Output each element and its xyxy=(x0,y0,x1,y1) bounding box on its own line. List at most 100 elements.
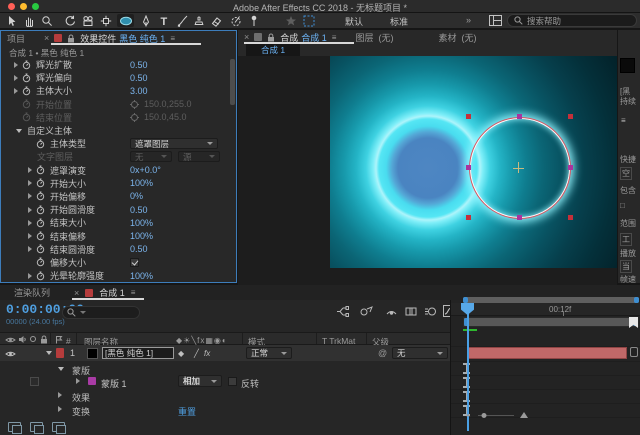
sync-settings-icon[interactable] xyxy=(300,14,317,27)
row-expander[interactable] xyxy=(28,193,32,199)
lock-icon[interactable] xyxy=(267,33,275,42)
lock-icon[interactable] xyxy=(67,34,75,43)
effect-property-row[interactable]: 辉光扩散0.50 xyxy=(2,58,230,71)
effect-property-row[interactable]: 开始圆滑度0.50 xyxy=(2,203,230,216)
tab-layer-viewer[interactable]: 图层 xyxy=(355,31,373,44)
brush-tool-icon[interactable] xyxy=(173,14,190,27)
group-expander[interactable] xyxy=(58,392,62,398)
effect-property-row[interactable]: 主体类型遮罩图层 xyxy=(2,137,230,150)
row-expander[interactable] xyxy=(28,220,32,226)
effect-property-row[interactable]: 辉光偏向0.50 xyxy=(2,71,230,84)
roto-brush-tool-icon[interactable] xyxy=(227,14,244,27)
stopwatch-icon[interactable] xyxy=(36,271,45,281)
workspace-standard[interactable]: 标准 xyxy=(390,15,408,28)
mask-handle-bottom-right[interactable] xyxy=(568,215,573,220)
eraser-tool-icon[interactable] xyxy=(207,14,224,27)
layer-visibility-eye-icon[interactable] xyxy=(5,350,16,358)
mask-mode-dropdown[interactable]: 相加 xyxy=(178,375,222,387)
stopwatch-icon[interactable] xyxy=(36,218,45,228)
row-expander[interactable] xyxy=(14,88,18,94)
motion-blur-icon[interactable] xyxy=(424,306,437,317)
property-dropdown[interactable]: 遮罩图层 xyxy=(130,138,218,149)
row-expander[interactable] xyxy=(28,207,32,213)
eye-column-icon[interactable] xyxy=(5,336,16,344)
layer-quality-switch[interactable]: ◆ xyxy=(178,349,184,358)
lock-column-icon[interactable] xyxy=(40,335,48,344)
search-help-field[interactable]: 搜索帮助 xyxy=(507,14,637,27)
collapsed-preview-panel[interactable]: [黑 持续 ≡ 快捷 空 包含 □ 范围 工 播放 当 帧速 xyxy=(618,30,640,283)
star-icon[interactable] xyxy=(282,14,299,27)
zoom-tool-icon[interactable] xyxy=(38,14,55,27)
puppet-pin-tool-icon[interactable] xyxy=(245,14,262,27)
row-expander[interactable] xyxy=(14,75,18,81)
parent-pickwhip-icon[interactable]: @ xyxy=(378,348,387,358)
effect-group-row[interactable]: 自定义主体 xyxy=(2,124,230,137)
row-expander[interactable] xyxy=(28,246,32,252)
rotate-tool-icon[interactable] xyxy=(61,14,78,27)
property-value[interactable]: 100% xyxy=(130,178,153,188)
stopwatch-icon[interactable] xyxy=(22,86,31,96)
mask-color-chip[interactable] xyxy=(88,377,96,385)
tab-project[interactable]: 项目 xyxy=(7,32,25,45)
stopwatch-icon[interactable] xyxy=(36,191,45,201)
property-value[interactable]: 100% xyxy=(130,271,153,281)
draft-3d-icon[interactable] xyxy=(360,306,373,317)
pan-behind-tool-icon[interactable] xyxy=(97,14,114,27)
switch-column-icons[interactable]: ◆☀╲fx▦◉◐ xyxy=(176,336,228,345)
audio-column-icon[interactable] xyxy=(18,335,27,344)
type-tool-icon[interactable]: T xyxy=(155,14,172,27)
expand-inout-panes-toggle[interactable] xyxy=(52,422,65,432)
mask-vertex-bottom[interactable] xyxy=(517,215,522,220)
effect-property-row[interactable]: 结束位置150.0,45.0 xyxy=(2,111,230,124)
effect-property-row[interactable]: 结束大小100% xyxy=(2,216,230,229)
property-value[interactable]: 0.50 xyxy=(130,205,148,215)
row-expander[interactable] xyxy=(28,180,32,186)
mask-expander[interactable] xyxy=(76,378,80,384)
mask-vertex-right[interactable] xyxy=(568,165,573,170)
stopwatch-icon[interactable] xyxy=(22,112,31,122)
mask-handle-bottom-left[interactable] xyxy=(466,215,471,220)
mask-vertex-left[interactable] xyxy=(466,165,471,170)
label-column-icon[interactable] xyxy=(55,335,63,344)
position-target-icon[interactable] xyxy=(130,113,139,122)
layer-parent-dropdown[interactable]: 无 xyxy=(392,347,448,359)
property-value[interactable]: 0.50 xyxy=(130,73,148,83)
color-swatch[interactable] xyxy=(620,58,635,73)
layer-fx-switch[interactable]: fx xyxy=(204,349,210,358)
camera-tool-icon[interactable] xyxy=(79,14,96,27)
layer-name-field[interactable]: [黑色 纯色 1] xyxy=(102,347,174,359)
layer-blend-mode-dropdown[interactable]: 正常 xyxy=(246,347,292,359)
timeline-search-field[interactable] xyxy=(62,306,140,319)
timeline-zoom-slider[interactable] xyxy=(464,410,534,420)
mask-handle-top-left[interactable] xyxy=(466,114,471,119)
effect-property-row[interactable]: 结束偏移100% xyxy=(2,229,230,242)
stopwatch-icon[interactable] xyxy=(36,205,45,215)
mini-flowchart-icon[interactable] xyxy=(336,306,349,317)
effects-group-row[interactable]: 效果 xyxy=(0,389,450,402)
layer-label-chip[interactable] xyxy=(56,348,64,358)
property-value[interactable]: 100% xyxy=(130,231,153,241)
property-value[interactable]: 100% xyxy=(130,218,153,228)
group-expander[interactable] xyxy=(58,367,64,371)
property-value[interactable]: 0.50 xyxy=(130,244,148,254)
stopwatch-icon[interactable] xyxy=(22,60,31,70)
property-value[interactable]: 150.0,45.0 xyxy=(144,112,187,122)
effect-property-row[interactable]: 偏移大小 xyxy=(2,256,230,269)
shape-ellipse-tool-icon[interactable] xyxy=(117,14,134,27)
row-expander[interactable] xyxy=(14,62,18,68)
property-value[interactable]: 0x+0.0° xyxy=(130,165,161,175)
selection-tool-icon[interactable] xyxy=(2,14,19,27)
property-value[interactable]: 150.0,255.0 xyxy=(144,99,192,109)
stopwatch-icon[interactable] xyxy=(36,178,45,188)
expand-layer-switches-toggle[interactable] xyxy=(8,422,21,432)
close-panel-icon[interactable]: × xyxy=(244,32,249,42)
mask-vertex-top[interactable] xyxy=(517,114,522,119)
masks-group-row[interactable]: 蒙版 xyxy=(0,362,450,375)
trkmat-column-label[interactable]: T TrkMat xyxy=(322,336,355,346)
pen-tool-icon[interactable] xyxy=(137,14,154,27)
mask-row[interactable]: 蒙版 1 相加 反转 xyxy=(0,375,450,388)
stopwatch-icon[interactable] xyxy=(22,73,31,83)
property-checkbox[interactable] xyxy=(130,258,139,267)
panel-menu-icon[interactable]: ≡ xyxy=(131,288,136,297)
workspace-overflow-chevron[interactable]: » xyxy=(466,15,471,25)
